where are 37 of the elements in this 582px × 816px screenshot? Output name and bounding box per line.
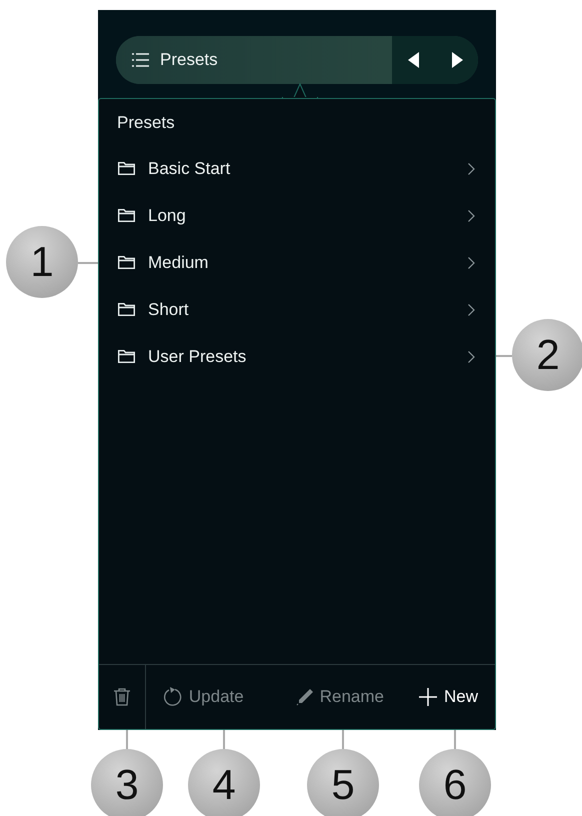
left-triangle-icon [408,52,420,68]
list-title: Presets [116,112,176,134]
right-triangle-icon [450,52,462,68]
leader-line [78,262,98,264]
pencil-icon [296,688,314,706]
folder-icon [118,162,135,175]
callout-number: 3 [91,749,163,816]
leader-line [126,730,128,750]
chevron-icon [468,350,475,362]
leader-line [496,355,512,357]
callout-number: 4 [188,749,260,816]
chevron-icon [468,210,475,222]
callout-number: 6 [419,749,491,816]
folder-item[interactable]: Medium [99,239,495,286]
callout-number: 5 [307,749,379,816]
folder-item[interactable]: Short [99,286,495,333]
folder-item[interactable]: Long [99,192,495,239]
chevron-icon [468,304,475,316]
plus-icon [418,687,438,707]
folder-icon [118,209,135,222]
folder-item[interactable]: Basic Start [99,145,495,192]
list-icon [132,53,150,67]
refresh-icon [162,687,183,707]
folder-icon [118,303,135,316]
leader-line [223,730,225,750]
folder-item[interactable]: User Presets [99,333,495,380]
trash-icon [114,688,130,706]
folder-icon [118,256,135,269]
chevron-icon [468,256,475,268]
callout-number: 1 [6,226,78,298]
chevron-icon [468,162,475,174]
presets-dropdown[interactable]: Presets [116,36,392,84]
leader-line [342,730,344,750]
folder-icon [118,350,135,363]
new-button[interactable]: New [400,665,495,729]
leader-line [454,730,456,750]
callout-number: 2 [512,319,582,391]
